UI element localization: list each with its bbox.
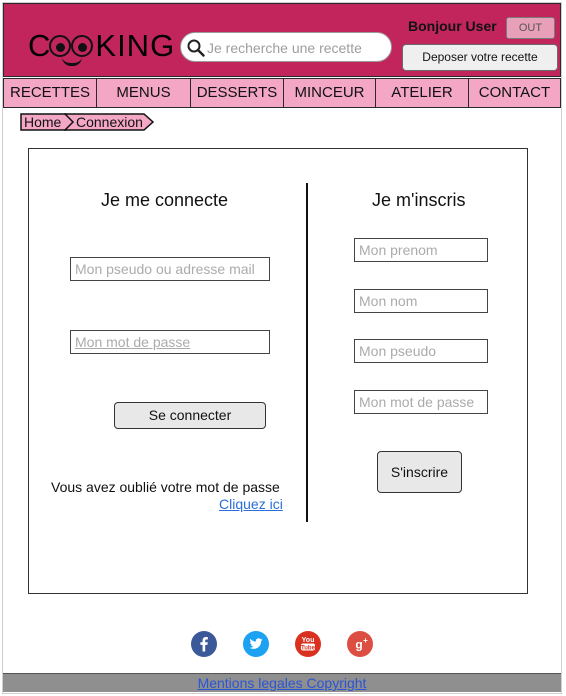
breadcrumb-home-label: Home [24, 114, 62, 130]
search-input[interactable] [207, 37, 387, 59]
nav-item-menus[interactable]: MENUS [97, 79, 191, 107]
login-pseudo-input[interactable] [70, 257, 270, 281]
nav-item-contact[interactable]: CONTACT [469, 79, 560, 107]
nav-item-minceur[interactable]: MINCEUR [284, 79, 376, 107]
footer-links[interactable]: Mentions legales Copyright [198, 675, 367, 691]
twitter-icon[interactable] [243, 631, 269, 657]
youtube-icon-text: You [302, 637, 315, 644]
nav-item-atelier[interactable]: ATELIER [376, 79, 469, 107]
auth-panel: Je me connecte Se connecter Vous avez ou… [28, 148, 528, 594]
nav-item-desserts[interactable]: DESSERTS [191, 79, 284, 107]
forgot-password-text: Vous avez oublié votre mot de passe [51, 479, 280, 495]
breadcrumb-connexion-label: Connexion [76, 114, 143, 130]
login-password-input[interactable] [70, 330, 270, 354]
search-box [180, 32, 392, 62]
signup-pseudo-input[interactable] [354, 339, 488, 363]
signup-password-input[interactable] [354, 390, 488, 414]
cooking-logo[interactable]: C KING [28, 28, 176, 66]
svg-text:Tube: Tube [301, 645, 316, 651]
login-button[interactable]: Se connecter [114, 402, 266, 429]
panel-divider [306, 183, 308, 522]
search-icon[interactable] [187, 39, 205, 57]
user-greeting: Bonjour User [408, 18, 497, 34]
signup-firstname-input[interactable] [354, 238, 488, 262]
deposit-recipe-button[interactable]: Deposer votre recette [402, 44, 558, 71]
site-header: C KING Bonjour User OUT Deposer votre re… [3, 3, 561, 77]
svg-text:g: g [355, 638, 362, 652]
login-title: Je me connecte [101, 190, 229, 210]
main-nav: RECETTES MENUS DESSERTS MINCEUR ATELIER … [3, 78, 561, 108]
svg-text:+: + [363, 636, 368, 645]
forgot-password-link[interactable]: Cliquez ici [219, 496, 283, 512]
logout-button[interactable]: OUT [506, 17, 555, 39]
youtube-icon[interactable]: You Tube [295, 631, 321, 657]
site-footer: Mentions legales Copyright [3, 673, 561, 692]
logo-text-right: KING [95, 28, 176, 63]
nav-item-recettes[interactable]: RECETTES [4, 79, 97, 107]
signup-lastname-input[interactable] [354, 289, 488, 313]
breadcrumb-connexion: Connexion [64, 113, 156, 131]
signup-title: Je m'inscris [372, 190, 466, 210]
logo-text-left: C [28, 28, 52, 63]
signup-button[interactable]: S'inscrire [377, 451, 462, 493]
logo-eyes-icon [49, 31, 95, 66]
facebook-icon[interactable] [191, 631, 217, 657]
google-plus-icon[interactable]: g + [347, 631, 373, 657]
